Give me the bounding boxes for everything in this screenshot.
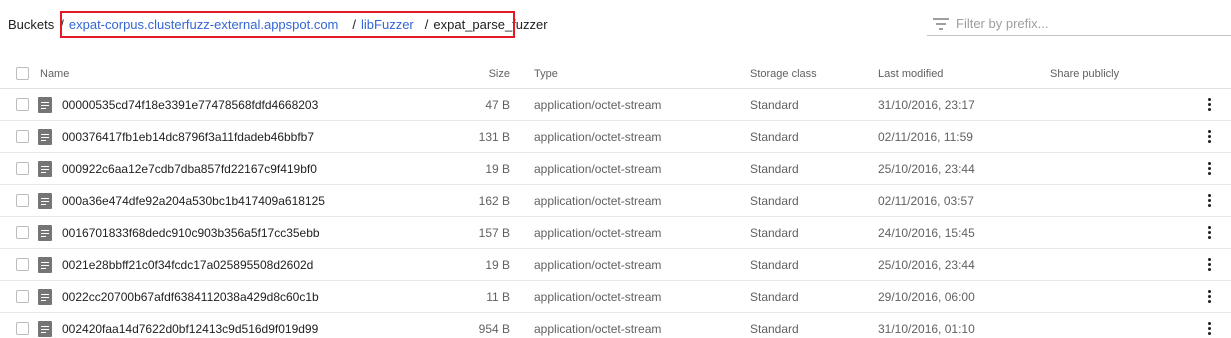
object-name[interactable]: 000a36e474dfe92a204a530bc1b417409a618125: [62, 185, 325, 216]
object-size: 157 B: [478, 225, 510, 240]
object-name[interactable]: 00000535cd74f18e3391e77478568fdfd4668203: [62, 89, 318, 120]
object-last-modified: 25/10/2016, 23:44: [878, 161, 975, 176]
file-icon: [38, 256, 52, 273]
object-type: application/octet-stream: [534, 225, 662, 240]
more-vert-icon[interactable]: [1201, 321, 1217, 337]
file-icon: [38, 288, 52, 305]
filter-bar: [927, 12, 1231, 36]
object-last-modified: 29/10/2016, 06:00: [878, 289, 975, 304]
table-row[interactable]: 000376417fb1eb14dc8796f3a11fdadeb46bbfb7…: [0, 121, 1231, 153]
object-storage-class: Standard: [750, 193, 799, 208]
object-last-modified: 31/10/2016, 01:10: [878, 321, 975, 336]
object-name[interactable]: 0022cc20700b67afdf6384112038a429d8c60c1b: [62, 281, 319, 312]
objects-table: Name Size Type Storage class Last modifi…: [0, 60, 1231, 338]
object-storage-class: Standard: [750, 225, 799, 240]
file-icon: [38, 320, 52, 337]
object-size: 954 B: [478, 321, 510, 336]
more-vert-icon[interactable]: [1201, 129, 1217, 145]
table-row[interactable]: 002420faa14d7622d0bf12413c9d516d9f019d99…: [0, 313, 1231, 338]
object-type: application/octet-stream: [534, 193, 662, 208]
breadcrumb-separator: /: [424, 16, 429, 32]
table-body: 00000535cd74f18e3391e77478568fdfd4668203…: [0, 89, 1231, 338]
breadcrumb-separator: /: [352, 16, 357, 32]
table-row[interactable]: 000922c6aa12e7cdb7dba857fd22167c9f419bf0…: [0, 153, 1231, 185]
object-size: 131 B: [478, 129, 510, 144]
object-name[interactable]: 0021e28bbff21c0f34fcdc17a025895508d2602d: [62, 249, 313, 280]
row-checkbox[interactable]: [16, 225, 29, 239]
table-header: Name Size Type Storage class Last modifi…: [0, 60, 1231, 89]
object-name[interactable]: 002420faa14d7622d0bf12413c9d516d9f019d99: [62, 313, 318, 338]
more-vert-icon[interactable]: [1201, 257, 1217, 273]
object-type: application/octet-stream: [534, 129, 662, 144]
row-checkbox[interactable]: [16, 321, 29, 335]
breadcrumb-separator: /: [60, 16, 64, 32]
table-row[interactable]: 0022cc20700b67afdf6384112038a429d8c60c1b…: [0, 281, 1231, 313]
column-header-size[interactable]: Size: [489, 60, 510, 88]
column-header-type[interactable]: Type: [534, 60, 558, 88]
object-type: application/octet-stream: [534, 161, 662, 176]
object-name[interactable]: 0016701833f68dedc910c903b356a5f17cc35ebb: [62, 217, 320, 248]
object-storage-class: Standard: [750, 257, 799, 272]
file-icon: [38, 224, 52, 241]
object-size: 162 B: [478, 193, 510, 208]
object-last-modified: 24/10/2016, 15:45: [878, 225, 975, 240]
row-checkbox[interactable]: [16, 97, 29, 111]
column-header-name[interactable]: Name: [40, 60, 69, 88]
breadcrumb-bucket-link[interactable]: expat-corpus.clusterfuzz-external.appspo…: [69, 17, 339, 32]
table-row[interactable]: 00000535cd74f18e3391e77478568fdfd4668203…: [0, 89, 1231, 121]
table-row[interactable]: 0016701833f68dedc910c903b356a5f17cc35ebb…: [0, 217, 1231, 249]
filter-input[interactable]: [956, 16, 1216, 31]
object-last-modified: 02/11/2016, 03:57: [878, 193, 974, 208]
object-size: 11 B: [486, 289, 510, 304]
row-checkbox[interactable]: [16, 161, 29, 175]
object-storage-class: Standard: [750, 97, 799, 112]
object-size: 47 B: [485, 97, 510, 112]
object-storage-class: Standard: [750, 129, 799, 144]
object-size: 19 B: [485, 257, 510, 272]
object-last-modified: 25/10/2016, 23:44: [878, 257, 975, 272]
file-icon: [38, 128, 52, 145]
breadcrumb: Buckets / expat-corpus.clusterfuzz-exter…: [8, 14, 548, 34]
object-storage-class: Standard: [750, 161, 799, 176]
column-header-share-publicly: Share publicly: [1050, 68, 1120, 80]
object-type: application/octet-stream: [534, 257, 662, 272]
breadcrumb-folder-link[interactable]: libFuzzer: [361, 17, 414, 32]
breadcrumb-current: expat_parse_fuzzer: [433, 16, 548, 32]
object-type: application/octet-stream: [534, 289, 662, 304]
file-icon: [38, 192, 52, 209]
object-name[interactable]: 000376417fb1eb14dc8796f3a11fdadeb46bbfb7: [62, 121, 314, 152]
row-checkbox[interactable]: [16, 193, 29, 207]
table-row[interactable]: 0021e28bbff21c0f34fcdc17a025895508d2602d…: [0, 249, 1231, 281]
table-row[interactable]: 000a36e474dfe92a204a530bc1b417409a618125…: [0, 185, 1231, 217]
column-header-storage-class[interactable]: Storage class: [750, 60, 817, 88]
more-vert-icon[interactable]: [1201, 225, 1217, 241]
file-icon: [38, 160, 52, 177]
object-type: application/octet-stream: [534, 97, 662, 112]
more-vert-icon[interactable]: [1201, 97, 1217, 113]
breadcrumb-buckets[interactable]: Buckets: [8, 17, 54, 32]
more-vert-icon[interactable]: [1201, 289, 1217, 305]
object-storage-class: Standard: [750, 289, 799, 304]
file-icon: [38, 96, 52, 113]
select-all-checkbox[interactable]: [16, 67, 29, 80]
column-header-last-modified[interactable]: Last modified: [878, 60, 943, 88]
object-name[interactable]: 000922c6aa12e7cdb7dba857fd22167c9f419bf0: [62, 153, 317, 184]
object-size: 19 B: [485, 161, 510, 176]
more-vert-icon[interactable]: [1201, 161, 1217, 177]
row-checkbox[interactable]: [16, 257, 29, 271]
filter-icon: [932, 15, 950, 33]
object-last-modified: 02/11/2016, 11:59: [878, 129, 973, 144]
row-checkbox[interactable]: [16, 129, 29, 143]
more-vert-icon[interactable]: [1201, 193, 1217, 209]
object-last-modified: 31/10/2016, 23:17: [878, 97, 975, 112]
object-type: application/octet-stream: [534, 321, 662, 336]
object-storage-class: Standard: [750, 321, 799, 336]
row-checkbox[interactable]: [16, 289, 29, 303]
